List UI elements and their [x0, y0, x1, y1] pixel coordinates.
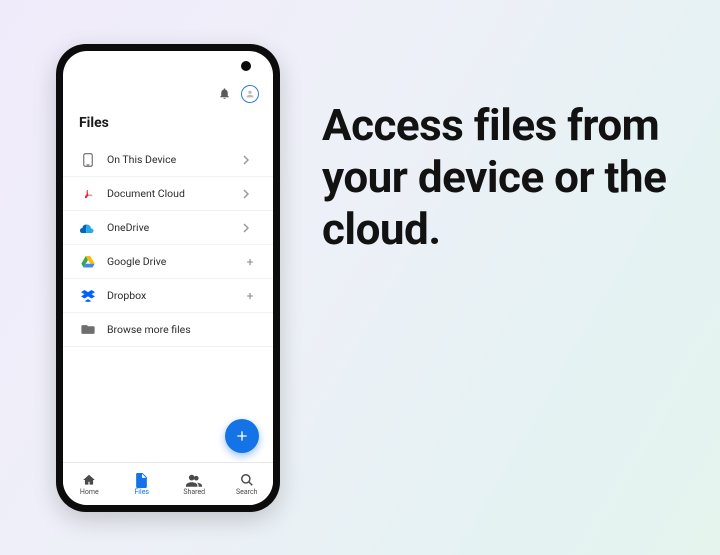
source-list: On This Device Document Cloud	[63, 143, 273, 347]
phone-screen: Files On This Device Document Cloud	[63, 51, 273, 505]
row-label: Google Drive	[107, 255, 243, 268]
nav-label: Home	[80, 489, 99, 496]
source-onedrive[interactable]: OneDrive	[63, 211, 273, 245]
source-browse-more[interactable]: Browse more files	[63, 313, 273, 347]
home-icon	[82, 472, 96, 488]
account-avatar[interactable]	[241, 85, 259, 103]
dropbox-icon	[79, 290, 97, 302]
row-label: OneDrive	[107, 221, 243, 234]
row-label: Browse more files	[107, 323, 243, 336]
row-label: On This Device	[107, 153, 243, 166]
source-document-cloud[interactable]: Document Cloud	[63, 177, 273, 211]
row-label: Document Cloud	[107, 187, 243, 200]
row-label: Dropbox	[107, 289, 243, 302]
page-title: Files	[79, 115, 109, 131]
nav-shared[interactable]: Shared	[168, 463, 221, 505]
acrobat-icon	[79, 187, 97, 201]
shared-icon	[186, 472, 202, 488]
google-drive-icon	[79, 256, 97, 268]
nav-label: Search	[236, 489, 258, 496]
chevron-right-icon	[243, 189, 257, 199]
phone-frame: Files On This Device Document Cloud	[56, 44, 280, 512]
device-icon	[79, 153, 97, 167]
files-icon	[135, 472, 148, 488]
source-on-this-device[interactable]: On This Device	[63, 143, 273, 177]
nav-label: Files	[134, 489, 149, 496]
marketing-headline: Access files from your device or the clo…	[322, 100, 702, 256]
app-header	[63, 51, 273, 113]
source-google-drive[interactable]: Google Drive +	[63, 245, 273, 279]
plus-icon: +	[243, 289, 257, 303]
nav-files[interactable]: Files	[116, 463, 169, 505]
folder-icon	[79, 324, 97, 335]
nav-label: Shared	[183, 489, 205, 496]
add-fab[interactable]	[225, 419, 259, 453]
chevron-right-icon	[243, 155, 257, 165]
notifications-icon[interactable]	[218, 85, 231, 104]
nav-home[interactable]: Home	[63, 463, 116, 505]
chevron-right-icon	[243, 223, 257, 233]
search-icon	[240, 472, 254, 488]
source-dropbox[interactable]: Dropbox +	[63, 279, 273, 313]
plus-icon: +	[243, 255, 257, 269]
bottom-nav: Home Files Shared	[63, 462, 273, 505]
camera-cutout	[241, 61, 251, 71]
onedrive-icon	[79, 223, 97, 233]
nav-search[interactable]: Search	[221, 463, 274, 505]
